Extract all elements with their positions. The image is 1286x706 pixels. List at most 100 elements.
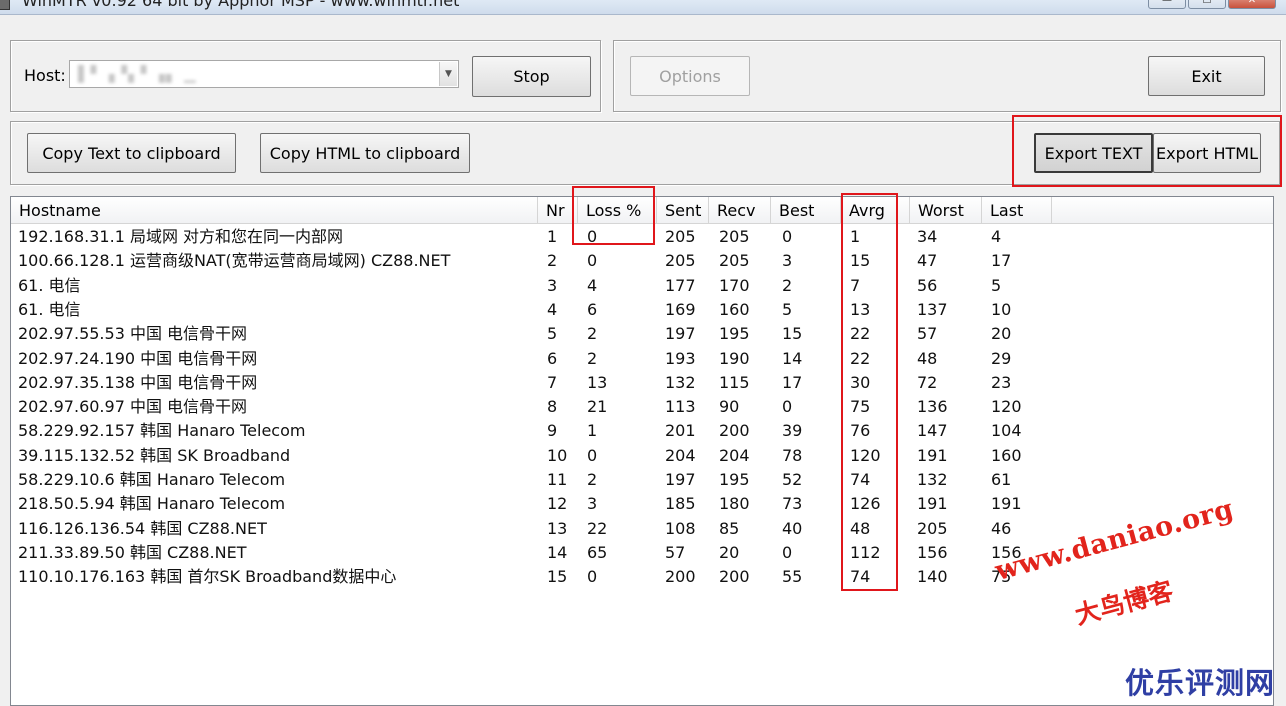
cell-best: 55 bbox=[782, 567, 803, 587]
table-row[interactable]: 202.97.55.53 中国 电信骨干网 5 2 197 195 15 22 57 20 bbox=[11, 322, 1273, 346]
cell-hostname: 61. 电信 bbox=[18, 299, 81, 319]
host-combobox[interactable]: ▌▘▗▝▖▘▗▖ ▁ ▼ bbox=[69, 60, 459, 88]
cell-last: 5 bbox=[991, 275, 1002, 295]
cell-last: 17 bbox=[991, 251, 1012, 271]
cell-recv: 20 bbox=[719, 542, 740, 562]
cell-hostname: 202.97.24.190 中国 电信骨干网 bbox=[18, 348, 258, 368]
export-text-button[interactable]: Export TEXT bbox=[1034, 133, 1153, 173]
cell-loss: 13 bbox=[587, 372, 608, 392]
cell-sent: 185 bbox=[665, 494, 696, 514]
options-button[interactable]: Options bbox=[630, 56, 750, 96]
cell-worst: 48 bbox=[917, 348, 938, 368]
cell-loss: 2 bbox=[587, 470, 598, 489]
cell-nr: 14 bbox=[547, 542, 568, 562]
cell-sent: 193 bbox=[665, 348, 696, 368]
table-row[interactable]: 58.229.92.157 韩国 Hanaro Telecom 9 1 201 200 3… bbox=[11, 419, 1273, 443]
cell-avrg: 15 bbox=[850, 251, 871, 271]
copy-html-button[interactable]: Copy HTML to clipboard bbox=[260, 133, 470, 173]
table-row[interactable]: 202.97.60.97 中国 电信骨干网 8 21 113 90 0 75 136 120 bbox=[11, 395, 1273, 419]
exit-button[interactable]: Exit bbox=[1148, 56, 1265, 96]
column-header-nr[interactable]: Nr bbox=[538, 197, 578, 223]
cell-recv: 160 bbox=[719, 299, 750, 319]
cell-hostname: 39.115.132.52 韩国 SK Broadband bbox=[18, 445, 291, 465]
copy-text-button[interactable]: Copy Text to clipboard bbox=[27, 133, 236, 173]
cell-worst: 56 bbox=[917, 275, 938, 295]
cell-sent: 200 bbox=[665, 567, 696, 587]
cell-worst: 191 bbox=[917, 494, 948, 514]
column-header-recv[interactable]: Recv bbox=[709, 197, 771, 223]
host-value: ▌▘▗▝▖▘▗▖ ▁ bbox=[78, 65, 197, 83]
cell-last: 120 bbox=[991, 397, 1022, 417]
column-header-loss[interactable]: Loss % bbox=[578, 197, 657, 223]
cell-avrg: 126 bbox=[850, 494, 881, 514]
cell-best: 17 bbox=[782, 372, 803, 392]
watermark-corner: 优乐评测网 bbox=[1125, 666, 1276, 700]
table-row[interactable]: 58.229.10.6 韩国 Hanaro Telecom 11 2 197 195 52… bbox=[11, 468, 1273, 492]
table-row[interactable]: 202.97.35.138 中国 电信骨干网 7 13 132 115 17 30 72 23 bbox=[11, 371, 1273, 395]
cell-worst: 72 bbox=[917, 372, 938, 392]
cell-avrg: 30 bbox=[850, 372, 871, 392]
cell-worst: 191 bbox=[917, 445, 948, 465]
cell-nr: 1 bbox=[547, 227, 558, 246]
cell-best: 52 bbox=[782, 470, 803, 489]
cell-best: 14 bbox=[782, 348, 803, 368]
cell-avrg: 76 bbox=[850, 421, 871, 441]
table-row[interactable]: 218.50.5.94 韩国 Hanaro Telecom 12 3 185 180 73… bbox=[11, 492, 1273, 516]
cell-recv: 195 bbox=[719, 470, 750, 489]
table-row[interactable]: 192.168.31.1 局域网 对方和您在同一内部网 1 0 205 205 0 1 34 4 bbox=[11, 225, 1273, 249]
cell-loss: 2 bbox=[587, 348, 598, 368]
cell-sent: 197 bbox=[665, 324, 696, 344]
cell-hostname: 61. 电信 bbox=[18, 275, 81, 295]
cell-last: 23 bbox=[991, 372, 1012, 392]
cell-last: 191 bbox=[991, 494, 1022, 514]
column-header-last[interactable]: Last bbox=[982, 197, 1052, 223]
column-header-hostname[interactable]: Hostname bbox=[11, 197, 538, 223]
cell-hostname: 211.33.89.50 韩国 CZ88.NET bbox=[18, 542, 247, 562]
cell-loss: 0 bbox=[587, 251, 598, 271]
cell-best: 73 bbox=[782, 494, 803, 514]
cell-recv: 170 bbox=[719, 275, 750, 295]
cell-last: 20 bbox=[991, 324, 1012, 344]
column-header-best[interactable]: Best bbox=[771, 197, 841, 223]
cell-best: 0 bbox=[782, 397, 793, 417]
cell-sent: 201 bbox=[665, 421, 696, 441]
cell-recv: 204 bbox=[719, 445, 750, 465]
cell-worst: 147 bbox=[917, 421, 948, 441]
export-html-button[interactable]: Export HTML bbox=[1153, 133, 1261, 173]
column-header-sent[interactable]: Sent bbox=[657, 197, 709, 223]
cell-loss: 1 bbox=[587, 421, 598, 441]
cell-hostname: 110.10.176.163 韩国 首尔SK Broadband数据中心 bbox=[18, 567, 397, 587]
dropdown-arrow-icon[interactable]: ▼ bbox=[439, 62, 457, 86]
cell-best: 2 bbox=[782, 275, 793, 295]
stop-button[interactable]: Stop bbox=[472, 56, 591, 97]
cell-sent: 108 bbox=[665, 518, 696, 538]
close-button[interactable]: ✕ bbox=[1228, 0, 1276, 9]
cell-sent: 113 bbox=[665, 397, 696, 417]
table-row[interactable]: 61. 电信 3 4 177 170 2 7 56 5 bbox=[11, 274, 1273, 298]
cell-avrg: 22 bbox=[850, 348, 871, 368]
cell-recv: 195 bbox=[719, 324, 750, 344]
cell-avrg: 13 bbox=[850, 299, 871, 319]
column-header-avrg[interactable]: Avrg bbox=[841, 197, 910, 223]
table-row[interactable]: 100.66.128.1 运营商级NAT(宽带运营商局域网) CZ88.NET 2… bbox=[11, 249, 1273, 273]
cell-avrg: 74 bbox=[850, 470, 871, 489]
table-row[interactable]: 110.10.176.163 韩国 首尔SK Broadband数据中心 15 0 2… bbox=[11, 565, 1273, 589]
cell-loss: 22 bbox=[587, 518, 608, 538]
cell-sent: 205 bbox=[665, 227, 696, 246]
cell-recv: 200 bbox=[719, 567, 750, 587]
maximize-button[interactable]: ☐ bbox=[1188, 0, 1226, 9]
table-row[interactable]: 39.115.132.52 韩国 SK Broadband 10 0 204 204 78… bbox=[11, 444, 1273, 468]
cell-nr: 9 bbox=[547, 421, 558, 441]
table-row[interactable]: 61. 电信 4 6 169 160 5 13 137 10 bbox=[11, 298, 1273, 322]
minimize-button[interactable]: — bbox=[1148, 0, 1186, 9]
cell-worst: 57 bbox=[917, 324, 938, 344]
cell-nr: 10 bbox=[547, 445, 568, 465]
cell-recv: 90 bbox=[719, 397, 740, 417]
cell-sent: 177 bbox=[665, 275, 696, 295]
table-row[interactable]: 202.97.24.190 中国 电信骨干网 6 2 193 190 14 22 48 29 bbox=[11, 347, 1273, 371]
title-bar: WinMTR v0.92 64 bit by Appnor MSP - www.… bbox=[0, 0, 1286, 15]
cell-last: 10 bbox=[991, 299, 1012, 319]
cell-best: 3 bbox=[782, 251, 793, 271]
column-header-worst[interactable]: Worst bbox=[910, 197, 982, 223]
cell-recv: 190 bbox=[719, 348, 750, 368]
